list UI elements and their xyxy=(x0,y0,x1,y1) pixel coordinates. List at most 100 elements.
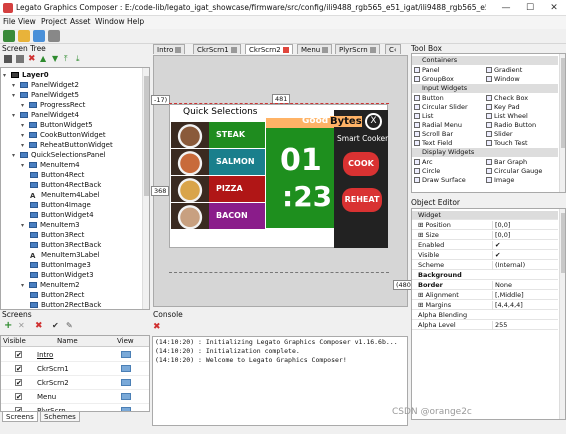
property-row[interactable]: Border None xyxy=(412,281,558,290)
property-value[interactable]: [,Middle] xyxy=(492,291,556,300)
tree-item[interactable]: ▾ CookButtonWidget xyxy=(1,130,141,140)
toolbox-widget[interactable]: Panel xyxy=(414,66,440,75)
toolbox-widget[interactable]: Arc xyxy=(414,158,433,167)
save-icon[interactable] xyxy=(33,30,45,42)
screen-view-icon[interactable] xyxy=(121,379,131,386)
toolbox-group-header[interactable]: Input Widgets xyxy=(412,84,558,93)
screen-name[interactable]: Intro xyxy=(37,348,53,362)
visible-checkbox[interactable]: ✔ xyxy=(15,365,22,373)
tree-item[interactable]: ButtonWidget3 xyxy=(1,270,141,280)
tab-screen[interactable]: C‹ xyxy=(385,44,401,54)
toolbox-widget[interactable]: Circular Slider xyxy=(414,103,468,112)
editor-scrollbar-thumb[interactable] xyxy=(561,213,565,273)
tree-item[interactable]: ButtonImage3 xyxy=(1,260,141,270)
cook-button[interactable]: COOK xyxy=(343,152,379,176)
tree-item[interactable]: ▾ ReheatButtonWidget xyxy=(1,140,141,150)
visible-checkbox[interactable]: ✔ xyxy=(15,379,22,387)
screen-name[interactable]: Menu xyxy=(37,390,56,404)
tab-screen[interactable]: PlyrScrn xyxy=(335,44,380,54)
toolbox-group-header[interactable]: Containers xyxy=(412,56,558,65)
screen-name[interactable]: CkrScrn1 xyxy=(37,362,69,376)
property-value[interactable]: (Internal) xyxy=(492,261,556,270)
screen-row[interactable]: ✔ PlyrScrn xyxy=(1,404,149,411)
tree-item[interactable]: ▾ ButtonWidget5 xyxy=(1,120,141,130)
move-bottom-icon[interactable]: ⤓ xyxy=(76,54,80,64)
property-row[interactable]: Scheme (Internal) xyxy=(412,261,558,270)
edit-screen-icon[interactable]: ✎ xyxy=(66,321,73,330)
toolbox-group-header[interactable]: Display Widgets xyxy=(412,148,558,157)
tree-item[interactable]: ▾ MenuItem2 xyxy=(1,280,141,290)
tab-screen[interactable]: Menu xyxy=(297,44,333,54)
tree-item[interactable]: A MenuItem3Label xyxy=(1,250,141,260)
tree-item[interactable]: A MenuItem4Label xyxy=(1,190,141,200)
tab-close-icon[interactable] xyxy=(322,47,329,53)
tree-scrollbar-thumb[interactable] xyxy=(144,76,149,196)
close-window-button[interactable]: ✕ xyxy=(542,0,566,16)
toolbox-widget[interactable]: Radial Menu xyxy=(414,121,462,130)
column-header[interactable]: View xyxy=(117,336,134,347)
tree-item[interactable]: ▾ ProgressRect xyxy=(1,100,141,110)
menu-item-button[interactable]: PIZZA xyxy=(171,176,265,202)
tree-item[interactable]: Button4RectBack xyxy=(1,180,141,190)
column-header[interactable]: Name xyxy=(57,336,78,347)
property-value[interactable]: 255 xyxy=(492,321,556,330)
clear-console-icon[interactable]: ✖ xyxy=(153,322,161,332)
new-project-icon[interactable] xyxy=(3,30,15,42)
property-row[interactable]: Widget xyxy=(412,211,558,220)
menu-item-button[interactable]: SALMON xyxy=(171,149,265,175)
tree-item[interactable]: ▾ MenuItem4 xyxy=(1,160,141,170)
property-row[interactable]: ⊞ Position [0,0] xyxy=(412,221,558,230)
toolbox-widget[interactable]: Radio Button xyxy=(486,121,536,130)
tree-item[interactable]: ▾ PanelWidget4 xyxy=(1,110,141,120)
property-row[interactable]: ⊞ Alignment [,Middle] xyxy=(412,291,558,300)
property-row[interactable]: Enabled ✔ xyxy=(412,241,558,250)
tree-item[interactable]: Button4Rect xyxy=(1,170,141,180)
tab-close-icon[interactable] xyxy=(369,47,376,53)
toolbox-widget[interactable]: Button xyxy=(414,94,444,103)
tree-item[interactable]: Button2Rect xyxy=(1,290,141,300)
open-folder-icon[interactable] xyxy=(18,30,30,42)
tab-screen[interactable]: CkrScrn2 xyxy=(245,44,293,54)
tree-item[interactable]: Button3RectBack xyxy=(1,240,141,250)
menu-file[interactable]: File xyxy=(3,17,16,26)
visible-checkbox[interactable]: ✔ xyxy=(15,351,22,359)
tree-item[interactable]: Button4Image xyxy=(1,200,141,210)
tab-close-icon[interactable] xyxy=(175,47,182,53)
tree-item[interactable]: ▾ Layer0 xyxy=(1,70,141,80)
property-value[interactable]: None xyxy=(492,281,556,290)
menu-help[interactable]: Help xyxy=(127,17,144,26)
toolbox-widget[interactable]: GroupBox xyxy=(414,75,454,84)
screen-name[interactable]: PlyrScrn xyxy=(37,404,66,411)
menu-view[interactable]: View xyxy=(18,17,36,26)
property-value[interactable]: ✔ xyxy=(492,251,556,260)
toolbox-widget[interactable]: Touch Test xyxy=(486,139,528,148)
screen-row[interactable]: ✔ CkrScrn2 xyxy=(1,376,149,390)
move-up-icon[interactable]: ▲ xyxy=(40,54,46,63)
property-row[interactable]: Visible ✔ xyxy=(412,251,558,260)
tab-screen[interactable]: CkrScrn1 xyxy=(193,44,241,54)
close-screen-button[interactable]: X xyxy=(365,113,382,130)
minimize-button[interactable]: — xyxy=(494,0,518,16)
reheat-button[interactable]: REHEAT xyxy=(342,188,382,212)
property-row[interactable]: ⊞ Size [0,0] xyxy=(412,231,558,240)
toolbox-widget[interactable]: Scroll Bar xyxy=(414,130,453,139)
toolbox-widget[interactable]: Slider xyxy=(486,130,513,139)
tab-screens[interactable]: Screens xyxy=(2,412,38,422)
toolbox-widget[interactable]: Check Box xyxy=(486,94,528,103)
menu-item-button[interactable]: BACON xyxy=(171,203,265,229)
menu-window[interactable]: Window xyxy=(95,17,125,26)
screen-name[interactable]: CkrScrn2 xyxy=(37,376,69,390)
property-row[interactable]: Alpha Level 255 xyxy=(412,321,558,330)
toolbox-widget[interactable]: Gradient xyxy=(486,66,522,75)
add-screen-icon[interactable]: + xyxy=(4,320,12,331)
toolbox-widget[interactable]: List xyxy=(414,112,433,121)
tree-item[interactable]: Button3Rect xyxy=(1,230,141,240)
menu-asset[interactable]: Asset xyxy=(70,17,91,26)
property-value[interactable]: ✔ xyxy=(492,241,556,250)
toolbox-widget[interactable]: Image xyxy=(486,176,514,185)
tree-item[interactable]: ▾ PanelWidget5 xyxy=(1,90,141,100)
layers-icon[interactable] xyxy=(16,55,24,63)
toolbox-widget[interactable]: Text Field xyxy=(414,139,452,148)
screen-view-icon[interactable] xyxy=(121,351,131,358)
toolbox-widget[interactable]: Bar Graph xyxy=(486,158,527,167)
